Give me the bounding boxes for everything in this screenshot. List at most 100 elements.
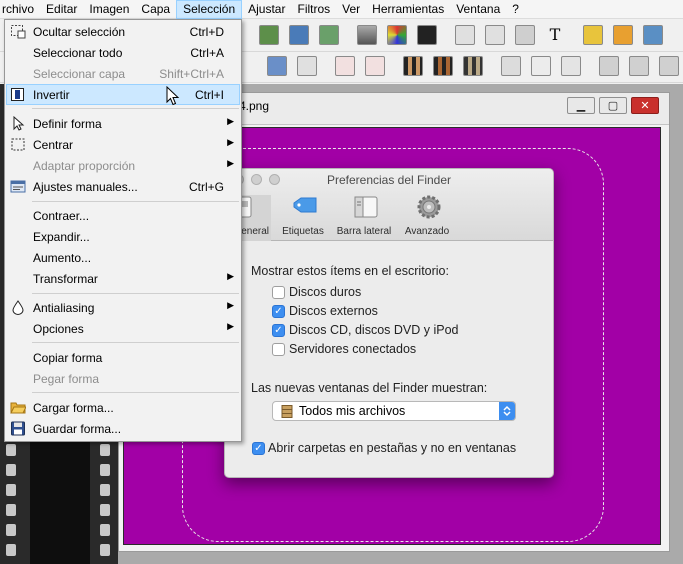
menu-item-definir-forma[interactable]: Definir forma ▶ — [6, 113, 240, 134]
menu-herramientas[interactable]: Herramientas — [366, 0, 450, 19]
menu-archivo[interactable]: rchivo — [0, 0, 40, 19]
menu-item-label: Cargar forma... — [33, 401, 114, 415]
menu-item-invertir[interactable]: Invertir Ctrl+I — [6, 84, 240, 105]
maximize-button[interactable]: ▢ — [599, 97, 627, 114]
drop-icon[interactable] — [531, 56, 551, 76]
menu-item-aumento[interactable]: Aumento... — [6, 247, 240, 268]
text-tool-icon[interactable]: T — [545, 25, 565, 45]
mountain-icon[interactable] — [629, 56, 649, 76]
checkbox-label: Discos duros — [289, 285, 362, 299]
menu-item-ocultar-seleccion[interactable]: Ocultar selección Ctrl+D — [6, 21, 240, 42]
finder-title: Preferencias del Finder — [326, 173, 452, 187]
menu-item-pegar-forma[interactable]: Pegar forma — [6, 368, 240, 389]
pointer-icon — [13, 116, 25, 131]
menu-item-adaptar-proporcion[interactable]: Adaptar proporción ▶ — [6, 155, 240, 176]
checkbox-servidores — [272, 343, 285, 356]
menu-item-label: Opciones — [33, 322, 84, 336]
manual-settings-icon — [10, 180, 26, 193]
menu-ver[interactable]: Ver — [336, 0, 366, 19]
menu-item-label: Guardar forma... — [33, 422, 122, 436]
menu-capa[interactable]: Capa — [135, 0, 176, 19]
menu-item-label: Ajustes manuales... — [33, 180, 138, 194]
menu-item-expandir[interactable]: Expandir... — [6, 226, 240, 247]
menu-item-label: Adaptar proporción — [33, 159, 136, 173]
gradient-icon[interactable] — [357, 25, 377, 45]
mountain-icon[interactable] — [659, 56, 679, 76]
hide-selection-icon — [11, 25, 26, 39]
finder-tab-barra-lateral: Barra lateral — [334, 195, 394, 241]
menu-item-centrar[interactable]: Centrar ▶ — [6, 134, 240, 155]
finder-tab-label: Avanzado — [404, 226, 450, 237]
menu-ventana[interactable]: Ventana — [450, 0, 506, 19]
frame-icon[interactable] — [501, 56, 521, 76]
checkbox-label: Discos externos — [289, 304, 378, 318]
film-hole — [100, 464, 110, 476]
submenu-arrow-icon: ▶ — [227, 159, 234, 169]
close-button[interactable]: ✕ — [631, 97, 659, 114]
mosaic-icon[interactable] — [433, 56, 453, 76]
menu-item-copiar-forma[interactable]: Copiar forma — [6, 347, 240, 368]
histogram-icon[interactable] — [267, 56, 287, 76]
menu-separator — [32, 201, 239, 202]
floppy-icon — [11, 421, 25, 436]
menu-item-shortcut: Ctrl+D — [189, 25, 224, 39]
film-hole — [100, 524, 110, 536]
select-arrows-icon — [499, 402, 515, 420]
menu-item-ajustes-manuales[interactable]: Ajustes manuales... Ctrl+G — [6, 176, 240, 197]
menu-item-opciones[interactable]: Opciones ▶ — [6, 318, 240, 339]
menu-item-seleccionar-capa[interactable]: Seleccionar capa Shift+Ctrl+A — [6, 63, 240, 84]
menu-item-seleccionar-todo[interactable]: Seleccionar todo Ctrl+A — [6, 42, 240, 63]
stamp-icon[interactable] — [515, 25, 535, 45]
auto-contrast-icon[interactable] — [335, 56, 355, 76]
submenu-arrow-icon: ▶ — [227, 117, 234, 127]
figure-icon[interactable] — [417, 25, 437, 45]
drop-icon[interactable] — [561, 56, 581, 76]
menu-item-label: Seleccionar capa — [33, 67, 126, 81]
film-hole — [6, 544, 16, 556]
menu-ajustar[interactable]: Ajustar — [242, 0, 291, 19]
show-items-label: Mostrar estos ítems en el escritorio: — [251, 264, 449, 278]
menu-item-contraer[interactable]: Contraer... — [6, 205, 240, 226]
mosaic-icon[interactable] — [403, 56, 423, 76]
image-tool-icon[interactable] — [259, 25, 279, 45]
tree-icon[interactable] — [583, 25, 603, 45]
run-icon[interactable] — [485, 25, 505, 45]
maximize-icon: ▢ — [607, 99, 619, 112]
menu-item-label: Pegar forma — [33, 372, 100, 386]
menu-filtros[interactable]: Filtros — [291, 0, 336, 19]
finder-preferences-image: Preferencias del Finder General Etiqueta… — [224, 168, 554, 478]
puzzle-icon[interactable] — [613, 25, 633, 45]
menu-item-label: Copiar forma — [33, 351, 103, 365]
image-tool-icon[interactable] — [289, 25, 309, 45]
film-hole — [6, 444, 16, 456]
menu-item-label: Ocultar selección — [33, 25, 126, 39]
menu-item-transformar[interactable]: Transformar ▶ — [6, 268, 240, 289]
tag-icon — [293, 197, 317, 213]
film-hole — [6, 504, 16, 516]
checkbox-label: Servidores conectados — [289, 342, 417, 356]
menu-imagen[interactable]: Imagen — [83, 0, 135, 19]
image-tool-icon[interactable] — [319, 25, 339, 45]
mosaic-icon[interactable] — [463, 56, 483, 76]
menu-item-label: Expandir... — [33, 230, 90, 244]
menu-help[interactable]: ? — [506, 0, 525, 19]
menu-bar: rchivo Editar Imagen Capa Selección Ajus… — [0, 0, 683, 19]
film-hole — [100, 484, 110, 496]
palette-icon[interactable] — [387, 25, 407, 45]
menu-item-guardar-forma[interactable]: Guardar forma... — [6, 418, 240, 439]
run-icon[interactable] — [455, 25, 475, 45]
window-icon[interactable] — [643, 25, 663, 45]
sliders-icon[interactable] — [297, 56, 317, 76]
minimize-button[interactable]: ▁ — [567, 97, 595, 114]
menu-item-cargar-forma[interactable]: Cargar forma... — [6, 397, 240, 418]
menu-seleccion[interactable]: Selección — [176, 0, 243, 19]
menu-item-antialiasing[interactable]: Antialiasing ▶ — [6, 297, 240, 318]
auto-level-icon[interactable] — [365, 56, 385, 76]
checkbox-discos-duros — [272, 286, 285, 299]
menu-editar[interactable]: Editar — [40, 0, 83, 19]
film-hole — [100, 544, 110, 556]
film-hole — [100, 444, 110, 456]
menu-item-label: Aumento... — [33, 251, 92, 265]
mountain-icon[interactable] — [599, 56, 619, 76]
droplet-icon — [12, 300, 24, 315]
